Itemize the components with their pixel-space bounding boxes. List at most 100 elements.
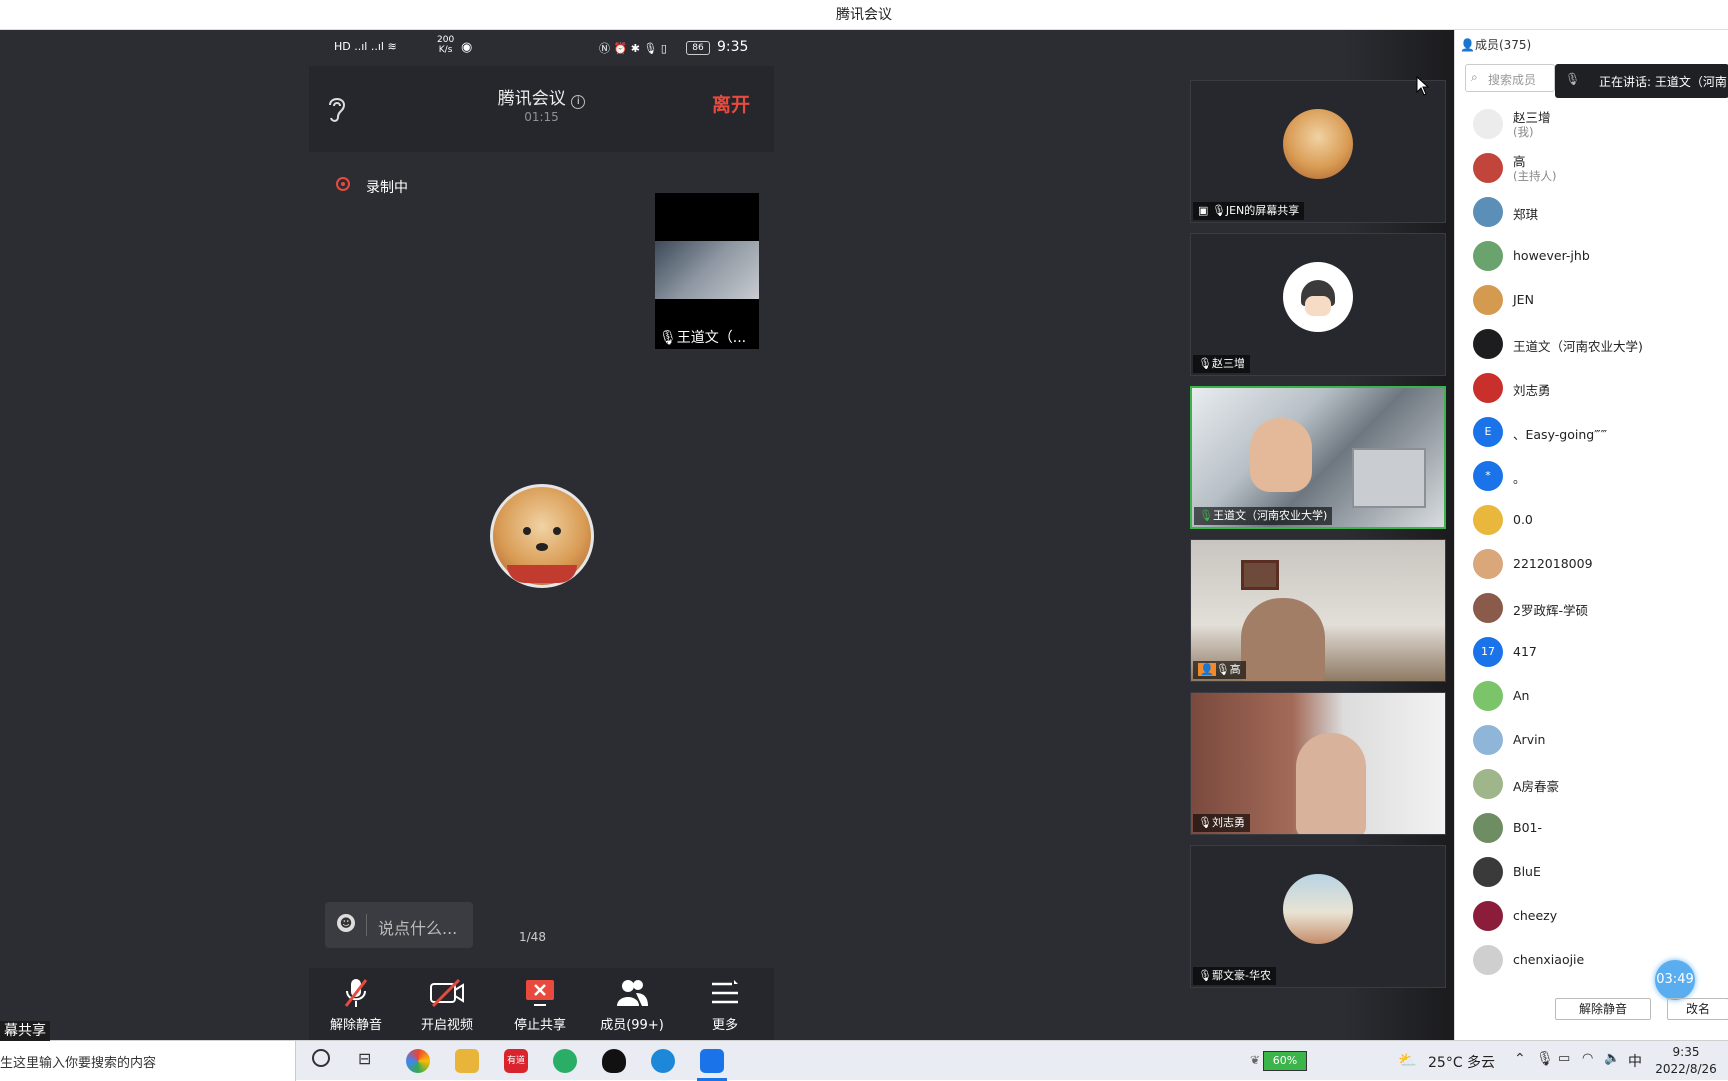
tile-name: 🎙刘志勇 bbox=[1193, 814, 1250, 832]
wechat-icon[interactable] bbox=[553, 1049, 577, 1073]
video-tile[interactable]: 👤 🎙高 bbox=[1190, 539, 1446, 682]
more-button[interactable]: 更多 bbox=[680, 976, 770, 1033]
taskbar-search-placeholder: 生这里输入你要搜索的内容 bbox=[0, 1056, 157, 1071]
video-tile[interactable]: 🎙刘志勇 bbox=[1190, 692, 1446, 835]
member-list: 赵三增 (我) 高 (主持人) 郑琪 however-jhb JEN 王道文（河南农业大学) 刘… bbox=[1455, 102, 1728, 1014]
tile-name-text: 刘志勇 bbox=[1211, 816, 1245, 829]
member-name: JEN bbox=[1513, 292, 1534, 307]
start-video-label: 开启视频 bbox=[420, 1018, 473, 1033]
member-name: 郑琪 bbox=[1513, 207, 1539, 222]
member-item[interactable]: 17 417 bbox=[1455, 630, 1728, 674]
qq-icon[interactable] bbox=[602, 1049, 626, 1073]
member-item[interactable]: 王道文（河南农业大学) bbox=[1455, 322, 1728, 366]
video-tile[interactable]: 🎙鄢文豪-华农 bbox=[1190, 845, 1446, 988]
avatar bbox=[1473, 681, 1503, 711]
tencent-meeting-icon[interactable] bbox=[700, 1049, 724, 1073]
video-tile-active[interactable]: 🎙王道文（河南农业大学) bbox=[1190, 386, 1446, 529]
youdao-icon[interactable]: 有道 bbox=[504, 1049, 528, 1073]
member-search[interactable]: ⌕ 搜索成员 bbox=[1465, 64, 1555, 92]
emoji-icon[interactable]: ☻ bbox=[337, 914, 355, 932]
member-item[interactable]: 刘志勇 bbox=[1455, 366, 1728, 410]
volume-icon[interactable]: 🔈 bbox=[1604, 1051, 1620, 1066]
recording-label: 录制中 bbox=[366, 180, 408, 196]
member-item[interactable]: 赵三增 (我) bbox=[1455, 102, 1728, 146]
divider bbox=[366, 914, 367, 936]
member-item[interactable]: E 、Easy-going‴‴ bbox=[1455, 410, 1728, 454]
leave-button[interactable]: 离开 bbox=[712, 90, 750, 117]
tile-name-text: JEN的屏幕共享 bbox=[1225, 204, 1300, 217]
stop-share-label: 停止共享 bbox=[513, 1018, 566, 1033]
avatar bbox=[1473, 945, 1503, 975]
meeting-title[interactable]: 腾讯会议 i bbox=[309, 84, 774, 109]
member-item[interactable]: *。 bbox=[1455, 454, 1728, 498]
member-name: 王道文（河南农业大学) bbox=[1513, 339, 1643, 354]
member-item[interactable]: 郑琪 bbox=[1455, 190, 1728, 234]
member-item[interactable]: 2212018009 bbox=[1455, 542, 1728, 586]
avatar bbox=[1473, 813, 1503, 843]
battery-indicator: 86 bbox=[686, 41, 710, 55]
member-name: B01- bbox=[1513, 820, 1542, 835]
member-item[interactable]: 2罗政辉-学硕 bbox=[1455, 586, 1728, 630]
floating-timer[interactable]: 03:49 bbox=[1655, 960, 1695, 1000]
recording-icon bbox=[336, 177, 350, 191]
member-item[interactable]: 高 (主持人) bbox=[1455, 146, 1728, 190]
start-video-button[interactable]: 开启视频 bbox=[402, 976, 492, 1033]
info-icon[interactable]: i bbox=[571, 95, 586, 109]
window-title: 腾讯会议 bbox=[836, 7, 892, 23]
mic-tray-icon[interactable]: 🎙 bbox=[1536, 1051, 1554, 1067]
browser-icon[interactable] bbox=[406, 1049, 430, 1073]
signal-icon: HD ..ıl ..ıl ≋ bbox=[334, 40, 397, 53]
video-gallery: ▣ 🎙JEN的屏幕共享 🎙赵三增 🎙王道文（河南农业大学) 👤 🎙高 🎙刘志勇 🎙… bbox=[1180, 30, 1454, 1040]
weather-text[interactable]: 25°C 多云 bbox=[1428, 1052, 1495, 1072]
member-item[interactable]: however-jhb bbox=[1455, 234, 1728, 278]
chat-input[interactable]: ☻ 说点什么... bbox=[325, 902, 473, 948]
member-item[interactable]: BluE bbox=[1455, 850, 1728, 894]
unmute-button[interactable]: 解除静音 bbox=[311, 976, 401, 1033]
clock-date[interactable]: 2022/8/26 bbox=[1652, 1062, 1720, 1076]
clock-time[interactable]: 9:35 bbox=[1656, 1045, 1716, 1059]
page-indicator: 1/48 bbox=[519, 930, 546, 944]
avatar bbox=[1473, 197, 1503, 227]
search-placeholder: 搜索成员 bbox=[1488, 73, 1537, 87]
video-tile[interactable]: 🎙赵三增 bbox=[1190, 233, 1446, 376]
avatar bbox=[1473, 901, 1503, 931]
pip-video-frame bbox=[655, 241, 759, 299]
taskbar-search[interactable]: 生这里输入你要搜索的内容 bbox=[0, 1041, 296, 1081]
avatar bbox=[1473, 373, 1503, 403]
cortana-icon[interactable] bbox=[312, 1049, 330, 1067]
task-view-icon[interactable]: ⊟ bbox=[358, 1049, 371, 1068]
window-title-bar: 腾讯会议 bbox=[0, 0, 1728, 30]
taskbar: 幕共享 生这里输入你要搜索的内容 ⊟ 有道 ❦ 60% ⛅ 25°C 多云 ⌃ … bbox=[0, 1021, 1728, 1081]
avatar: E bbox=[1473, 417, 1503, 447]
member-item[interactable]: B01- bbox=[1455, 806, 1728, 850]
rename-button[interactable]: 改名 bbox=[1667, 998, 1728, 1020]
tile-name-text: 赵三增 bbox=[1211, 357, 1245, 370]
pip-name-text: 王道文（... bbox=[676, 330, 747, 346]
member-item[interactable]: An bbox=[1455, 674, 1728, 718]
meeting-title-text: 腾讯会议 bbox=[497, 89, 566, 109]
video-tile[interactable]: ▣ 🎙JEN的屏幕共享 bbox=[1190, 80, 1446, 223]
pip-video[interactable]: 🎙王道文（... bbox=[655, 193, 759, 349]
member-item[interactable]: 0.0 bbox=[1455, 498, 1728, 542]
edge-icon[interactable] bbox=[651, 1049, 675, 1073]
folder-icon[interactable] bbox=[455, 1049, 479, 1073]
phone-status-bar: HD ..ıl ..ıl ≋ 200 K/s ◉ Ⓝ ⏰ ✱ 🎙 ▯ 86 9:… bbox=[309, 30, 774, 66]
wifi-icon[interactable]: ◠ bbox=[1582, 1051, 1593, 1066]
avatar bbox=[1473, 109, 1503, 139]
tile-name-text: 鄢文豪-华农 bbox=[1211, 969, 1271, 982]
ime-indicator[interactable]: 中 bbox=[1628, 1051, 1642, 1071]
member-item[interactable]: A房春豪 bbox=[1455, 762, 1728, 806]
member-item[interactable]: Arvin bbox=[1455, 718, 1728, 762]
member-item[interactable]: cheezy bbox=[1455, 894, 1728, 938]
unmute-all-button[interactable]: 解除静音 bbox=[1555, 998, 1651, 1020]
battery-tray-icon[interactable]: ▭ bbox=[1558, 1051, 1570, 1066]
camera-off-icon bbox=[430, 978, 464, 1008]
member-name: 。 bbox=[1513, 471, 1526, 486]
members-button[interactable]: 成员(99+) bbox=[587, 976, 677, 1033]
video-frame bbox=[1241, 598, 1325, 681]
member-item[interactable]: JEN bbox=[1455, 278, 1728, 322]
meeting-header: 腾讯会议 i 01:15 离开 bbox=[309, 66, 774, 152]
stop-share-button[interactable]: 停止共享 bbox=[495, 976, 585, 1033]
chevron-up-icon[interactable]: ⌃ bbox=[1514, 1051, 1526, 1067]
battery-widget[interactable]: 60% bbox=[1263, 1051, 1307, 1071]
